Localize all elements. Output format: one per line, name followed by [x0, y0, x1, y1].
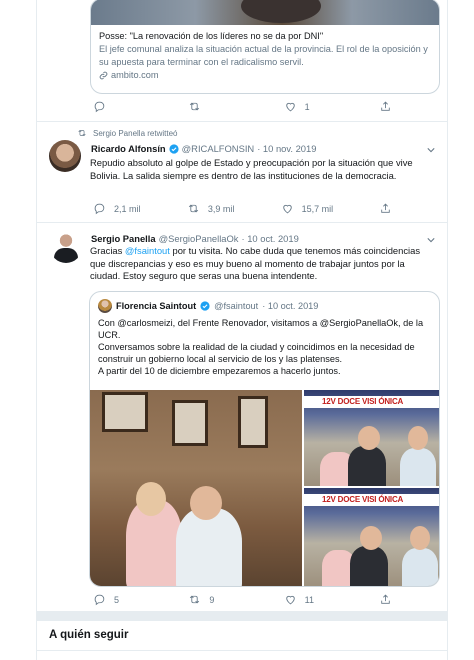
verified-icon	[169, 143, 179, 154]
chevron-down-icon[interactable]	[427, 237, 435, 243]
like-count: 15,7 mil	[301, 203, 334, 214]
card-domain: ambito.com	[99, 69, 431, 82]
tweet-photo[interactable]: 12V DOCE VISI ÓNICA	[304, 488, 439, 586]
retweet-icon	[78, 130, 86, 136]
tweet-text-start: Gracias	[90, 245, 125, 256]
retweet-count: 9	[209, 594, 215, 605]
who-to-follow-heading: A quién seguir	[49, 629, 129, 641]
tweet-date[interactable]: · 10 oct. 2019	[241, 233, 298, 244]
quoted-tweet[interactable]: Florencia Saintout @fsaintout · 10 oct. …	[89, 291, 440, 587]
tweet-header: Sergio Panella @SergioPanellaOk · 10 oct…	[91, 233, 299, 244]
author-name[interactable]: Sergio Panella	[91, 233, 156, 244]
chevron-down-icon[interactable]	[427, 147, 435, 153]
tweet-photo[interactable]: 12V DOCE VISI ÓNICA	[304, 390, 439, 486]
author-name[interactable]: Ricardo Alfonsín	[91, 143, 166, 154]
author-handle[interactable]: @SergioPanellaOk	[159, 233, 239, 244]
retweet-icon	[190, 595, 200, 604]
share-button[interactable]	[379, 202, 427, 215]
retweet-button[interactable]: 9	[188, 593, 236, 606]
author-handle: @fsaintout	[214, 301, 259, 311]
verified-icon	[200, 301, 210, 311]
reply-count: 5	[114, 594, 120, 605]
retweet-count: 3,9 mil	[207, 203, 235, 214]
author-name: Florencia Saintout	[116, 301, 197, 311]
section-divider	[37, 611, 447, 621]
tweet-header: Ricardo Alfonsín @RICALFONSIN · 10 nov. …	[91, 143, 316, 154]
reply-icon	[94, 203, 105, 215]
card-domain-text: ambito.com	[111, 70, 159, 80]
card-description: El jefe comunal analiza la situación act…	[99, 44, 428, 67]
like-icon	[285, 102, 295, 112]
tweet-photo[interactable]	[90, 390, 302, 586]
like-count: 1	[304, 101, 310, 112]
like-button[interactable]: 15,7 mil	[281, 202, 334, 215]
avatar[interactable]	[50, 231, 82, 263]
retweet-context: Sergio Panella retwitteó	[77, 128, 178, 138]
timeline: Posse: "La renovación de los líderes no …	[36, 0, 448, 660]
tweet-actions: 1	[93, 100, 427, 113]
share-icon	[381, 594, 390, 604]
author-handle[interactable]: @RICALFONSIN	[182, 143, 255, 154]
photo-banner: 12V DOCE VISI ÓNICA	[304, 494, 439, 506]
avatar[interactable]	[49, 140, 81, 172]
photo-banner: 12V DOCE VISI ÓNICA	[304, 396, 439, 408]
card-image	[91, 0, 439, 25]
share-button[interactable]	[379, 100, 427, 113]
tweet-actions: 5 9 11	[93, 593, 427, 606]
like-icon	[285, 595, 295, 605]
share-icon	[381, 203, 390, 213]
avatar	[98, 299, 112, 313]
divider	[37, 121, 447, 122]
link-icon	[99, 71, 108, 80]
retweet-button[interactable]	[188, 100, 236, 113]
like-icon	[282, 204, 292, 214]
like-button[interactable]: 1	[284, 100, 332, 113]
retweet-icon	[188, 204, 198, 213]
link-preview-card[interactable]: Posse: "La renovación de los líderes no …	[90, 0, 440, 94]
quoted-tweet-text: Con @carlosmeizi, del Frente Renovador, …	[98, 318, 424, 376]
mention-link[interactable]: @fsaintout	[125, 245, 170, 256]
tweet-date: · 10 oct. 2019	[262, 301, 319, 311]
tweet-date[interactable]: · 10 nov. 2019	[257, 143, 316, 154]
card-title: Posse: "La renovación de los líderes no …	[99, 31, 324, 41]
retweet-context-label: Sergio Panella retwitteó	[93, 128, 178, 138]
retweet-button[interactable]: 3,9 mil	[187, 202, 235, 215]
share-button[interactable]	[379, 593, 427, 606]
tweet-actions: 2,1 mil 3,9 mil 15,7 mil	[93, 202, 427, 215]
tweet-text: Gracias @fsaintout por tu visita. No cab…	[90, 245, 428, 283]
reply-icon	[94, 101, 105, 113]
divider	[37, 650, 447, 651]
like-button[interactable]: 11	[284, 593, 332, 606]
reply-count: 2,1 mil	[114, 203, 141, 214]
reply-button[interactable]	[93, 100, 141, 113]
reply-button[interactable]: 2,1 mil	[93, 202, 141, 215]
quoted-tweet-header: Florencia Saintout @fsaintout · 10 oct. …	[98, 299, 318, 313]
retweet-icon	[190, 102, 200, 111]
like-count: 11	[304, 594, 314, 605]
reply-icon	[94, 594, 105, 606]
reply-button[interactable]: 5	[93, 593, 141, 606]
divider	[37, 222, 447, 223]
share-icon	[381, 101, 390, 111]
tweet-text: Repudio absoluto al golpe de Estado y pr…	[90, 157, 413, 181]
